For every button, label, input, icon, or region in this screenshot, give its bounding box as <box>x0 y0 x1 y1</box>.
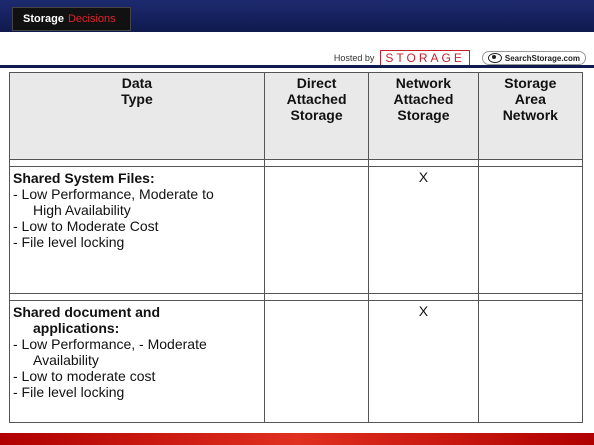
hosted-by-area: Hosted by STORAGE SearchStorage.com <box>334 50 586 66</box>
data-type-cell: Shared System Files: - Low Performance, … <box>9 166 265 294</box>
header-data-type: Data Type <box>9 72 265 160</box>
logo-text-storage: Storage <box>23 13 64 25</box>
nas-cell: X <box>368 166 479 294</box>
table-header-row: Data Type Direct Attached Storage Networ… <box>9 72 584 160</box>
storage-comparison-table: Data Type Direct Attached Storage Networ… <box>9 72 584 423</box>
data-type-cell: Shared document and applications: - Low … <box>9 300 265 423</box>
das-cell <box>263 300 370 423</box>
das-cell <box>263 166 370 294</box>
storage-decisions-logo: Storage Decisions <box>12 7 131 31</box>
storage-brand-logo: STORAGE <box>380 50 470 66</box>
header-divider <box>0 65 594 68</box>
searchstorage-text: SearchStorage.com <box>504 53 580 63</box>
san-cell <box>477 166 584 294</box>
logo-text-decisions: Decisions <box>67 13 116 25</box>
header-bar: Storage Decisions <box>0 0 594 32</box>
eye-icon <box>487 53 502 63</box>
hosted-by-label: Hosted by <box>333 53 375 63</box>
separator-row <box>9 293 584 301</box>
san-cell <box>477 300 584 423</box>
header-san: Storage Area Network <box>477 72 584 160</box>
table-row: Shared document and applications: - Low … <box>9 300 584 423</box>
searchstorage-logo: SearchStorage.com <box>481 51 586 65</box>
footer-bar <box>0 433 594 445</box>
separator-row <box>9 159 584 167</box>
header-das: Direct Attached Storage <box>263 72 370 160</box>
header-nas: Network Attached Storage <box>368 72 479 160</box>
nas-cell: X <box>368 300 479 423</box>
table-row: Shared System Files: - Low Performance, … <box>9 166 584 294</box>
